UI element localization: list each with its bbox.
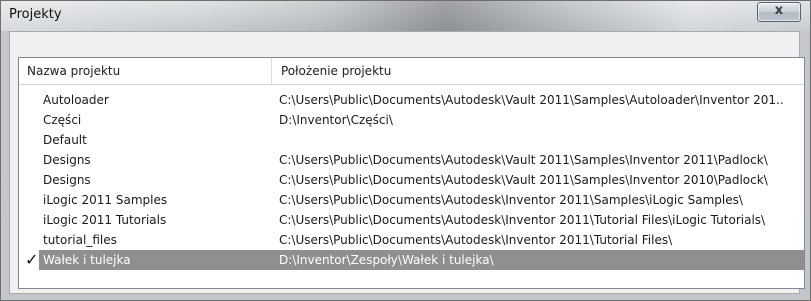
project-row[interactable]: iLogic 2011 Tutorials C:\Users\Public\Do…	[19, 210, 804, 230]
active-check-icon	[25, 190, 41, 210]
project-location: C:\Users\Public\Documents\Autodesk\Vault…	[279, 153, 768, 167]
active-check-icon	[25, 210, 41, 230]
project-location: D:\Inventor\Części\	[279, 113, 393, 127]
project-name: iLogic 2011 Tutorials	[43, 213, 167, 227]
project-name: tutorial_files	[43, 233, 117, 247]
project-name: Wałek i tulejka	[39, 250, 279, 270]
project-row[interactable]: Części D:\Inventor\Części\	[19, 110, 804, 130]
project-row[interactable]: tutorial_files C:\Users\Public\Documents…	[19, 230, 804, 250]
active-check-icon	[25, 150, 41, 170]
project-name: iLogic 2011 Samples	[43, 193, 168, 207]
window-title: Projekty	[9, 7, 62, 22]
project-location: C:\Users\Public\Documents\Autodesk\Vault…	[279, 173, 768, 187]
project-location: C:\Users\Public\Documents\Autodesk\Inven…	[279, 233, 673, 247]
project-row-selected[interactable]: ✓ Wałek i tulejka D:\Inventor\Zespoły\Wa…	[19, 250, 804, 270]
project-name: Autoloader	[43, 93, 109, 107]
project-name: Designs	[43, 173, 91, 187]
project-location: C:\Users\Public\Documents\Autodesk\Inven…	[279, 213, 766, 227]
project-name: Części	[43, 113, 82, 127]
project-row[interactable]: Designs C:\Users\Public\Documents\Autode…	[19, 150, 804, 170]
column-header-location[interactable]: Położenie projektu	[273, 58, 793, 84]
project-row[interactable]: Autoloader C:\Users\Public\Documents\Aut…	[19, 90, 804, 110]
project-location: D:\Inventor\Zespoły\Wałek i tulejka\	[279, 250, 804, 270]
project-name: Designs	[43, 153, 91, 167]
list-rows: Autoloader C:\Users\Public\Documents\Aut…	[19, 90, 804, 270]
project-name: Default	[43, 133, 87, 147]
project-location: C:\Users\Public\Documents\Autodesk\Inven…	[279, 193, 743, 207]
active-check-icon	[25, 110, 41, 130]
close-icon: x	[774, 3, 784, 18]
active-check-icon	[25, 230, 41, 250]
active-check-icon	[25, 90, 41, 110]
active-check-icon	[25, 130, 41, 150]
list-header: Nazwa projektu Położenie projektu	[19, 58, 804, 85]
close-button[interactable]: x	[757, 2, 801, 22]
project-row[interactable]: iLogic 2011 Samples C:\Users\Public\Docu…	[19, 190, 804, 210]
project-row[interactable]: Designs C:\Users\Public\Documents\Autode…	[19, 170, 804, 190]
column-header-name[interactable]: Nazwa projektu	[19, 58, 272, 84]
active-check-icon	[25, 170, 41, 190]
project-row[interactable]: Default	[19, 130, 804, 150]
projects-list[interactable]: Nazwa projektu Położenie projektu Autolo…	[18, 57, 805, 289]
title-bar[interactable]: Projekty x	[1, 1, 810, 31]
project-location: C:\Users\Public\Documents\Autodesk\Vault…	[279, 93, 784, 107]
